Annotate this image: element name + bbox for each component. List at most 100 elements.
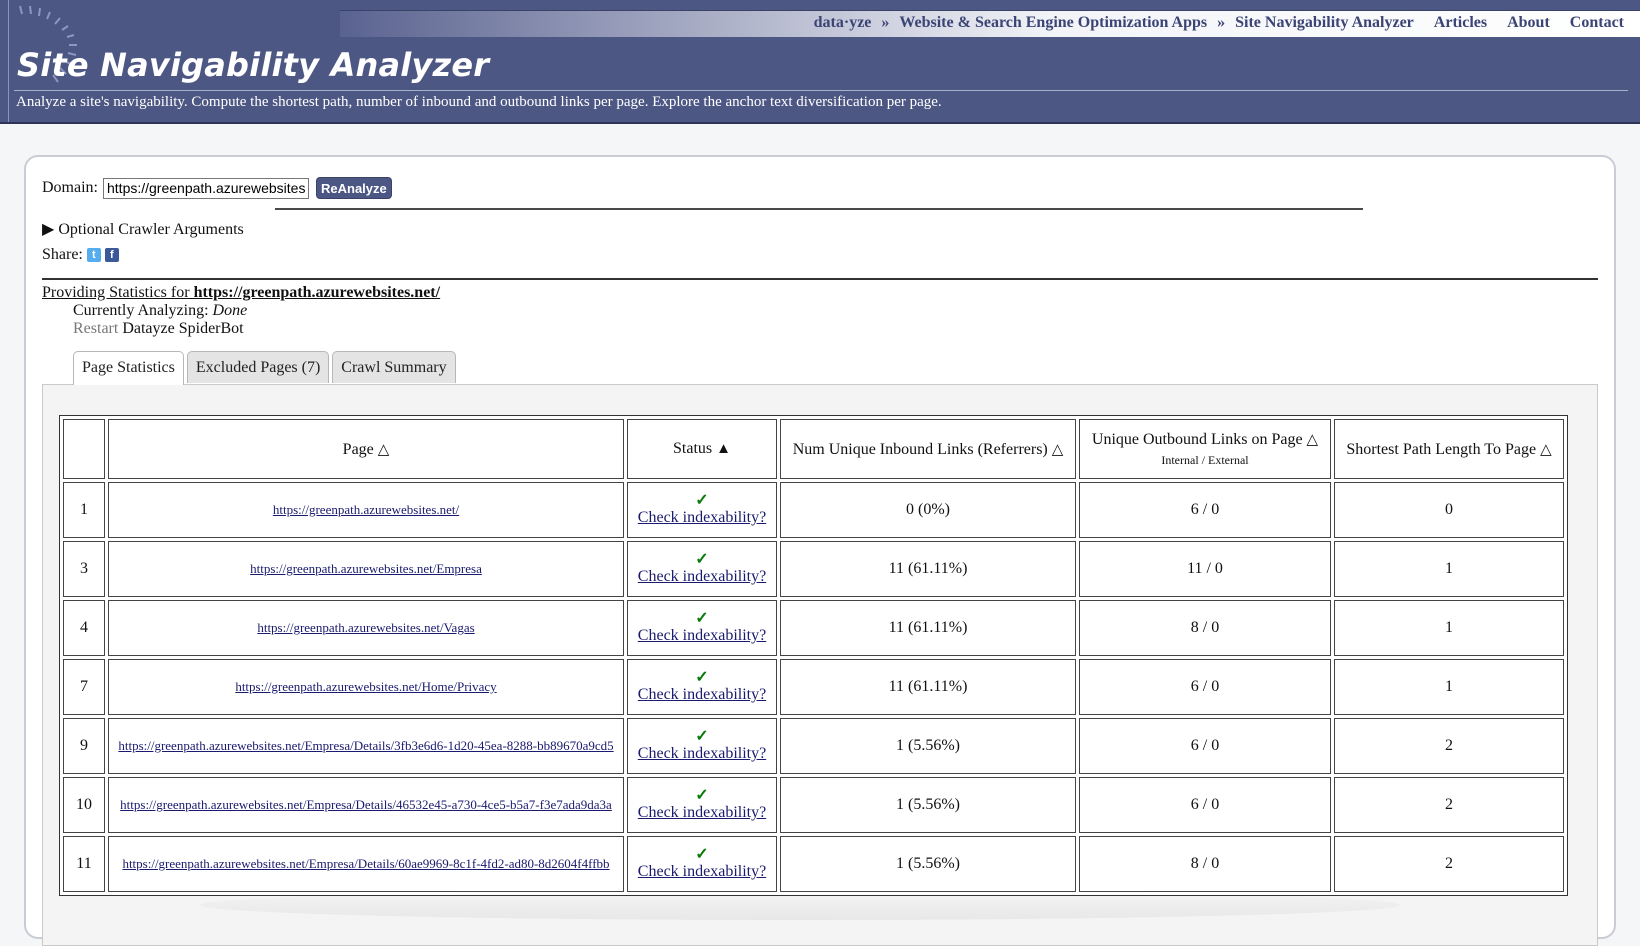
check-indexability-link[interactable]: Check indexability? (638, 686, 766, 703)
row-page: https://greenpath.azurewebsites.net/Empr… (108, 836, 624, 892)
check-indexability-link[interactable]: Check indexability? (638, 509, 766, 526)
row-shortest-path: 2 (1334, 718, 1564, 774)
checkmark-icon: ✓ (695, 728, 709, 745)
nav-contact[interactable]: Contact (1570, 14, 1624, 32)
breadcrumb-current[interactable]: Site Navigability Analyzer (1235, 14, 1414, 32)
sort-unsorted-icon: △ (1540, 441, 1552, 458)
twitter-icon[interactable]: t (86, 248, 101, 262)
reanalyze-button[interactable]: ReAnalyze (316, 177, 392, 199)
check-indexability-link[interactable]: Check indexability? (638, 568, 766, 585)
header-outbound[interactable]: Unique Outbound Links on Page △ Internal… (1079, 419, 1331, 479)
row-page: https://greenpath.azurewebsites.net/ (108, 482, 624, 538)
row-index: 11 (63, 836, 105, 892)
providing-url: https://greenpath.azurewebsites.net/ (193, 284, 441, 301)
sort-unsorted-icon: △ (1306, 432, 1319, 448)
table-body: 1 https://greenpath.azurewebsites.net/✓ Ch… (63, 482, 1564, 892)
sort-unsorted-icon: △ (1051, 441, 1064, 458)
row-shortest-path: 1 (1334, 541, 1564, 597)
tab-page-statistics[interactable]: Page Statistics (73, 351, 184, 385)
row-outbound: 8 / 0 (1079, 836, 1331, 892)
domain-form: Domain: ReAnalyze (42, 177, 392, 199)
restart-row: Restart Datayze SpiderBot (73, 320, 244, 338)
share-label: Share: (42, 246, 83, 263)
header-shortest-path[interactable]: Shortest Path Length To Page △ (1334, 419, 1564, 479)
breadcrumb: data·yze » Website & Search Engine Optim… (814, 11, 1624, 35)
row-index: 4 (63, 600, 105, 656)
restart-suffix: Datayze SpiderBot (122, 320, 244, 337)
providing-statistics: Providing Statistics for https://greenpa… (42, 284, 440, 302)
row-shortest-path: 2 (1334, 836, 1564, 892)
table-header-row: Page △ Status ▲ Num Unique Inbound Links… (63, 419, 1564, 479)
header-page[interactable]: Page △ (108, 419, 624, 479)
row-index: 1 (63, 482, 105, 538)
check-indexability-link[interactable]: Check indexability? (638, 745, 766, 762)
share-row: Share: t f (42, 246, 119, 264)
breadcrumb-separator: » (1217, 14, 1226, 31)
row-status: ✓ Check indexability? (627, 718, 777, 774)
row-inbound: 0 (0%) (780, 482, 1076, 538)
optional-crawler-arguments-toggle[interactable]: ▶ Optional Crawler Arguments (42, 219, 244, 239)
header-outbound-label: Unique Outbound Links on Page (1091, 431, 1303, 448)
page-statistics-table: Page △ Status ▲ Num Unique Inbound Links… (59, 415, 1568, 896)
page-link[interactable]: https://greenpath.azurewebsites.net/ (273, 502, 459, 517)
row-inbound: 1 (5.56%) (780, 777, 1076, 833)
header-rule (14, 90, 1628, 91)
row-index: 10 (63, 777, 105, 833)
page-link[interactable]: https://greenpath.azurewebsites.net/Empr… (122, 856, 609, 871)
row-page: https://greenpath.azurewebsites.net/Home… (108, 659, 624, 715)
page-title: Site Navigability Analyzer (17, 46, 490, 84)
page-link[interactable]: https://greenpath.azurewebsites.net/Empr… (250, 561, 482, 576)
row-page: https://greenpath.azurewebsites.net/Empr… (108, 541, 624, 597)
row-inbound: 11 (61.11%) (780, 541, 1076, 597)
row-outbound: 6 / 0 (1079, 659, 1331, 715)
header-shortest-label: Shortest Path Length To Page (1346, 440, 1537, 458)
check-indexability-link[interactable]: Check indexability? (638, 804, 766, 821)
row-shortest-path: 1 (1334, 659, 1564, 715)
table-row: 10 https://greenpath.azurewebsites.net/Em… (63, 777, 1564, 833)
check-indexability-link[interactable]: Check indexability? (638, 627, 766, 644)
checkmark-icon: ✓ (695, 551, 709, 568)
domain-input[interactable] (103, 177, 309, 199)
tab-excluded-pages[interactable]: Excluded Pages (7) (186, 351, 330, 383)
header-index (63, 419, 105, 479)
page-link[interactable]: https://greenpath.azurewebsites.net/Home… (235, 679, 496, 694)
page-link[interactable]: https://greenpath.azurewebsites.net/Vaga… (257, 620, 474, 635)
row-inbound: 11 (61.11%) (780, 600, 1076, 656)
row-page: https://greenpath.azurewebsites.net/Empr… (108, 777, 624, 833)
page-link[interactable]: https://greenpath.azurewebsites.net/Empr… (120, 797, 612, 812)
header-inbound[interactable]: Num Unique Inbound Links (Referrers) △ (780, 419, 1076, 479)
row-shortest-path: 2 (1334, 777, 1564, 833)
breadcrumb-separator: » (881, 14, 890, 31)
row-status: ✓ Check indexability? (627, 600, 777, 656)
check-indexability-link[interactable]: Check indexability? (638, 863, 766, 880)
row-inbound: 1 (5.56%) (780, 836, 1076, 892)
page-link[interactable]: https://greenpath.azurewebsites.net/Empr… (118, 738, 613, 753)
restart-link[interactable]: Restart (73, 320, 118, 337)
tab-crawl-summary[interactable]: Crawl Summary (332, 351, 456, 383)
row-outbound: 11 / 0 (1079, 541, 1331, 597)
analyzing-status: Currently Analyzing: Done (73, 302, 247, 320)
row-status: ✓ Check indexability? (627, 541, 777, 597)
nav-about[interactable]: About (1507, 14, 1550, 32)
bottom-shadow (200, 890, 1400, 920)
row-outbound: 6 / 0 (1079, 482, 1331, 538)
header-outbound-sub: Internal / External (1161, 453, 1249, 467)
row-status: ✓ Check indexability? (627, 836, 777, 892)
analyzing-value: Done (212, 302, 248, 319)
table-row: 3 https://greenpath.azurewebsites.net/Emp… (63, 541, 1564, 597)
row-index: 7 (63, 659, 105, 715)
facebook-icon[interactable]: f (104, 248, 119, 262)
row-status: ✓ Check indexability? (627, 482, 777, 538)
header-status[interactable]: Status ▲ (627, 419, 777, 479)
row-outbound: 6 / 0 (1079, 718, 1331, 774)
row-status: ✓ Check indexability? (627, 659, 777, 715)
breadcrumb-seo-apps[interactable]: Website & Search Engine Optimization App… (899, 14, 1207, 32)
breadcrumb-home[interactable]: data·yze (814, 14, 872, 32)
table-row: 4 https://greenpath.azurewebsites.net/Vag… (63, 600, 1564, 656)
nav-articles[interactable]: Articles (1434, 14, 1487, 32)
tab-bar: Page Statistics Excluded Pages (7) Crawl… (73, 351, 459, 385)
row-outbound: 6 / 0 (1079, 777, 1331, 833)
checkmark-icon: ✓ (695, 787, 709, 804)
row-page: https://greenpath.azurewebsites.net/Vaga… (108, 600, 624, 656)
header-status-label: Status (673, 440, 713, 457)
